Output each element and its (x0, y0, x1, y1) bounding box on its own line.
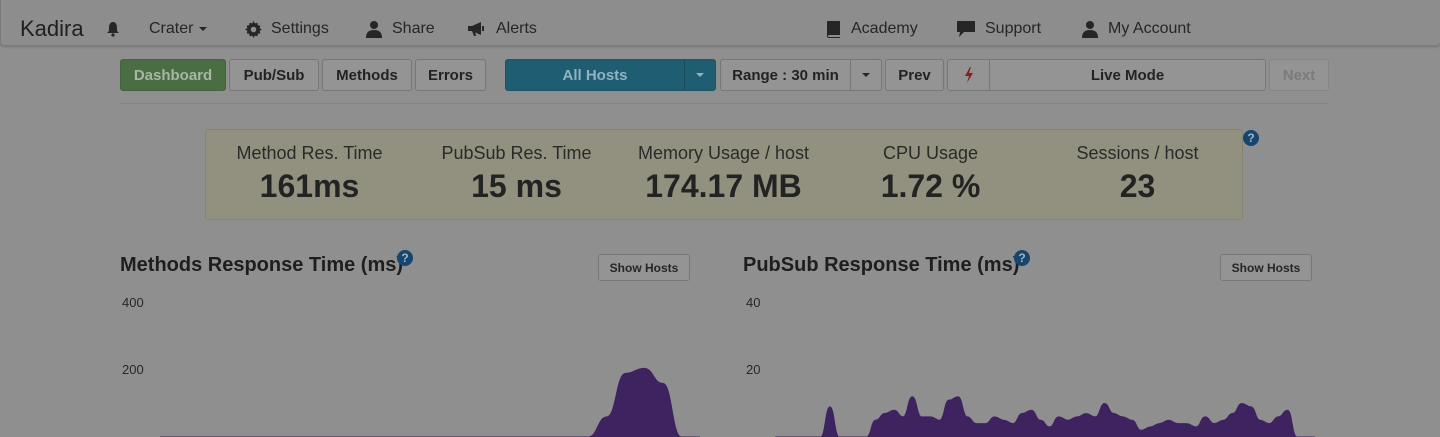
stat-value: 174.17 MB (645, 168, 802, 204)
stat-cpu-usage: CPU Usage 1.72 % (827, 140, 1034, 206)
summary-stats-panel: Method Res. Time 161ms PubSub Res. Time … (205, 129, 1243, 220)
range-select-button[interactable]: Range : 30 min (720, 59, 851, 91)
nav-support[interactable]: Support (956, 14, 1041, 44)
nav-support-label: Support (985, 20, 1042, 37)
stat-value: 23 (1119, 168, 1156, 204)
app-selector-label: Crater (149, 20, 194, 37)
nav-share-label: Share (392, 20, 435, 37)
pubsub-y-tick-40: 40 (746, 295, 761, 310)
chat-bubble-icon (957, 21, 975, 37)
tab-methods[interactable]: Methods (322, 59, 412, 91)
book-icon (827, 21, 840, 38)
methods-chart-help-icon[interactable]: ? (397, 250, 413, 266)
nav-share[interactable]: Share (365, 14, 435, 44)
series-area (160, 367, 700, 437)
stat-label: Memory Usage / host (637, 143, 810, 163)
gear-icon (245, 20, 262, 38)
lightning-bolt-icon (964, 67, 973, 83)
methods-y-tick-400: 400 (122, 295, 144, 310)
live-mode-button[interactable]: Live Mode (989, 59, 1266, 91)
host-select-button[interactable]: All Hosts (505, 59, 685, 91)
stat-value: 1.72 % (880, 168, 981, 204)
toolbar-divider (120, 103, 1329, 104)
next-button[interactable]: Next (1269, 59, 1329, 91)
methods-response-time-chart (160, 367, 700, 437)
nav-alerts-label: Alerts (496, 20, 537, 37)
stat-label: Method Res. Time (236, 143, 383, 163)
tab-dashboard[interactable]: Dashboard (120, 59, 226, 91)
chevron-down-icon (696, 73, 704, 77)
user-icon (366, 21, 382, 38)
series-area (775, 396, 1315, 437)
stat-memory-usage: Memory Usage / host 174.17 MB (620, 140, 827, 206)
nav-settings-label: Settings (271, 20, 329, 37)
tab-pubsub[interactable]: Pub/Sub (229, 59, 319, 91)
methods-chart-title: Methods Response Time (ms) (120, 254, 404, 276)
pubsub-response-time-chart (775, 396, 1315, 437)
nav-academy-label: Academy (851, 20, 918, 37)
stat-label: CPU Usage (882, 143, 979, 163)
nav-academy[interactable]: Academy (826, 14, 918, 44)
host-select-toggle[interactable] (684, 59, 716, 91)
live-mode-toggle[interactable] (947, 59, 990, 91)
account-user-icon (1082, 21, 1098, 38)
megaphone-icon (468, 22, 484, 36)
prev-button[interactable]: Prev (885, 59, 944, 91)
pubsub-chart-help-icon[interactable]: ? (1014, 250, 1030, 266)
methods-show-hosts-button[interactable]: Show Hosts (598, 254, 690, 281)
notifications-bell-icon[interactable] (106, 14, 129, 44)
stats-help-icon[interactable]: ? (1243, 130, 1259, 146)
stat-label: PubSub Res. Time (441, 143, 592, 163)
stat-label: Sessions / host (1076, 143, 1199, 163)
stat-pubsub-res-time: PubSub Res. Time 15 ms (413, 140, 620, 206)
stat-value: 15 ms (471, 168, 562, 204)
top-navbar (0, 0, 1440, 46)
pubsub-show-hosts-button[interactable]: Show Hosts (1220, 254, 1312, 281)
pubsub-chart-title: PubSub Response Time (ms) (743, 254, 1020, 276)
brand-logo[interactable]: Kadira (20, 14, 84, 44)
tab-errors[interactable]: Errors (415, 59, 486, 91)
nav-settings[interactable]: Settings (245, 14, 329, 44)
nav-my-account-label: My Account (1108, 20, 1191, 37)
app-selector-dropdown[interactable]: Crater (149, 14, 208, 44)
methods-y-tick-200: 200 (122, 362, 144, 377)
chevron-down-icon (862, 73, 870, 77)
stat-method-res-time: Method Res. Time 161ms (206, 140, 413, 206)
nav-alerts[interactable]: Alerts (467, 14, 537, 44)
nav-my-account[interactable]: My Account (1081, 14, 1191, 44)
range-select-toggle[interactable] (850, 59, 882, 91)
chevron-down-icon (199, 27, 208, 31)
stat-value: 161ms (259, 168, 360, 204)
pubsub-y-tick-20: 20 (746, 362, 761, 377)
stat-sessions-per-host: Sessions / host 23 (1034, 140, 1241, 206)
